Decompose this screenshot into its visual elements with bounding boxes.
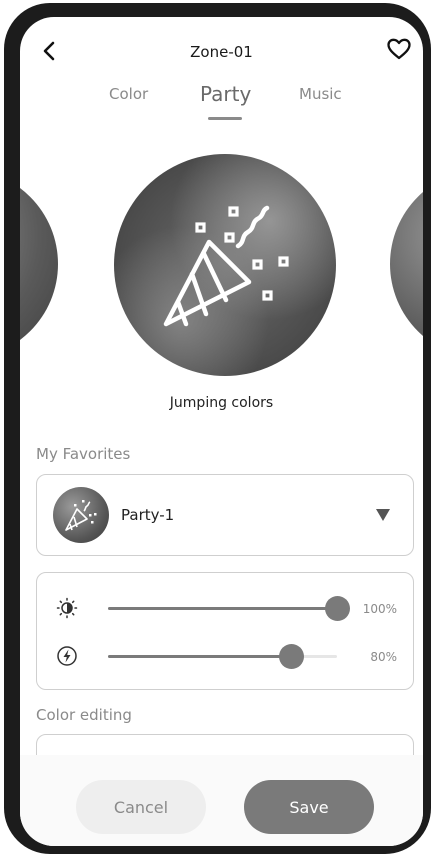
brightness-slider-thumb[interactable] [324,596,350,621]
adjustments-card: 100% 80% [36,572,414,690]
save-button[interactable]: Save [244,780,374,834]
color-editing-label: Color editing [36,706,132,724]
cancel-button[interactable]: Cancel [76,780,206,834]
favorite-name: Party-1 [121,506,175,524]
action-bar: Cancel Save [20,755,423,846]
heart-outline-icon [387,38,411,60]
previous-effect-preview[interactable] [20,169,58,359]
phone-frame: Zone-01 Color Party Music Jumping colors… [4,3,431,854]
tab-party[interactable]: Party [200,82,251,106]
page-title: Zone-01 [190,43,253,61]
active-tab-indicator [208,117,242,120]
favorites-dropdown[interactable]: Party-1 [36,474,414,556]
brightness-slider[interactable] [108,596,350,621]
speed-slider[interactable] [108,644,337,669]
speed-slider-fill [108,655,292,658]
speed-slider-thumb[interactable] [278,644,304,669]
next-effect-preview[interactable] [390,169,423,359]
lightning-icon [57,646,77,666]
speed-value: 80% [370,650,397,664]
party-popper-icon [163,205,289,327]
favorite-button[interactable] [385,35,413,63]
brightness-value: 100% [362,602,397,616]
app-screen: Zone-01 Color Party Music Jumping colors… [20,17,423,846]
brightness-slider-fill [108,607,337,610]
party-popper-icon [65,500,97,531]
selected-effect-preview[interactable] [114,154,336,376]
favorite-thumbnail [53,487,109,543]
brightness-icon [56,597,78,619]
favorites-label: My Favorites [36,445,131,463]
tab-music[interactable]: Music [299,85,342,103]
triangle-down-icon [376,509,390,521]
selected-effect-name: Jumping colors [169,395,274,411]
tab-color[interactable]: Color [109,85,148,103]
